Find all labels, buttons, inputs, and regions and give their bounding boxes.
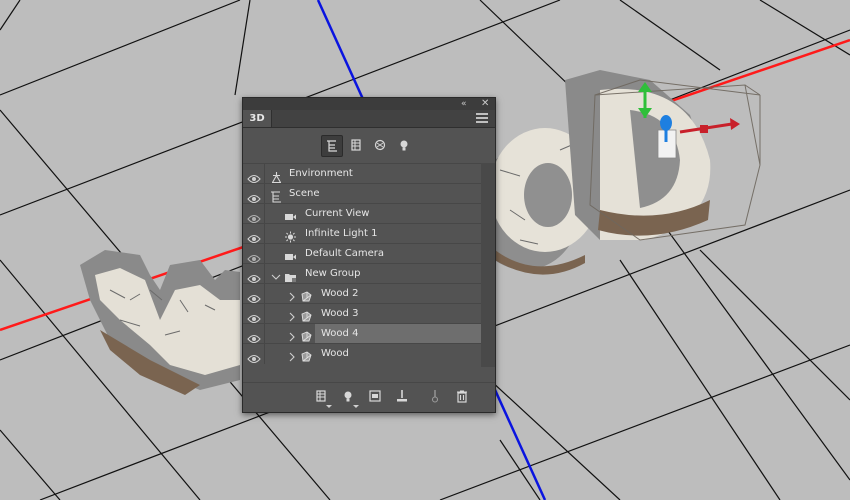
expand-chevron-icon[interactable] <box>271 268 281 280</box>
row-divider <box>264 184 265 204</box>
collapse-panel-icon[interactable]: « <box>461 98 467 110</box>
visibility-eye-icon[interactable] <box>247 189 261 204</box>
panel-menu-icon[interactable] <box>476 113 488 123</box>
row-divider <box>264 204 265 224</box>
row-divider <box>264 344 265 364</box>
panel-tab-bar: 3D <box>243 110 495 128</box>
close-panel-icon[interactable]: ✕ <box>481 98 489 110</box>
new-mesh-icon[interactable] <box>313 388 332 408</box>
mesh-icon <box>300 308 313 322</box>
layer-row[interactable]: Scene <box>243 183 481 204</box>
layer-label: Environment <box>289 168 353 179</box>
filter-toolbar <box>243 128 495 160</box>
collapse-chevron-icon[interactable] <box>287 328 297 342</box>
environment-icon <box>270 168 283 184</box>
layer-row[interactable]: Environment <box>243 163 481 184</box>
camera-icon <box>284 208 297 220</box>
layer-row[interactable]: Wood 4 <box>243 323 481 344</box>
layer-label: Current View <box>305 208 370 219</box>
light-icon <box>284 228 297 243</box>
3d-panel: « ✕ 3D Environment Scene Current View Infin… <box>242 97 496 413</box>
dropdown-triangle-icon[interactable] <box>326 405 332 408</box>
row-divider <box>264 244 265 264</box>
visibility-eye-icon[interactable] <box>247 169 261 184</box>
collapse-chevron-icon[interactable] <box>287 288 297 302</box>
collapse-chevron-icon[interactable] <box>287 348 297 362</box>
layer-row[interactable]: Current View <box>243 203 481 224</box>
visibility-eye-icon[interactable] <box>247 289 261 304</box>
visibility-eye-icon[interactable] <box>247 229 261 244</box>
layer-row[interactable]: Infinite Light 1 <box>243 223 481 244</box>
panel-titlebar[interactable]: « ✕ <box>243 98 495 110</box>
collapse-chevron-icon[interactable] <box>287 308 297 322</box>
layer-row[interactable]: New Group <box>243 263 481 284</box>
mesh-icon <box>300 348 313 362</box>
layer-label: Wood 2 <box>321 288 359 299</box>
mesh-icon <box>300 328 313 342</box>
row-divider <box>264 224 265 244</box>
visibility-eye-icon[interactable] <box>247 329 261 344</box>
panel-bottom-toolbar <box>243 382 495 413</box>
layer-label: Default Camera <box>305 248 384 259</box>
layer-row[interactable]: Wood 2 <box>243 283 481 304</box>
layer-label: Wood 4 <box>321 328 359 339</box>
tab-3d[interactable]: 3D <box>243 110 272 127</box>
dropdown-triangle-icon[interactable] <box>353 405 359 408</box>
visibility-eye-icon[interactable] <box>247 269 261 284</box>
instance-icon[interactable] <box>427 388 443 404</box>
row-divider <box>264 164 265 184</box>
visibility-eye-icon[interactable] <box>247 209 261 224</box>
layer-list-scrollbar[interactable] <box>481 163 495 367</box>
light-filter-icon[interactable] <box>394 135 414 155</box>
layer-list: Environment Scene Current View Infinite Lig… <box>243 163 481 364</box>
layer-label: New Group <box>305 268 361 279</box>
scene-icon <box>270 188 283 203</box>
layer-label: Wood <box>321 348 349 359</box>
material-filter-icon[interactable] <box>370 135 390 155</box>
layer-label: Wood 3 <box>321 308 359 319</box>
drop-to-ground-icon[interactable] <box>394 388 410 404</box>
scene-filter-icon[interactable] <box>321 135 343 157</box>
visibility-eye-icon[interactable] <box>247 349 261 364</box>
layer-label: Scene <box>289 188 320 199</box>
row-divider <box>264 264 265 284</box>
layer-label: Infinite Light 1 <box>305 228 378 239</box>
delete-icon[interactable] <box>454 388 470 404</box>
layer-row[interactable]: Default Camera <box>243 243 481 264</box>
add-constraint-icon[interactable] <box>367 388 383 404</box>
visibility-eye-icon[interactable] <box>247 249 261 264</box>
row-divider <box>264 304 265 324</box>
layer-row[interactable]: Wood 3 <box>243 303 481 324</box>
new-light-icon[interactable] <box>340 388 359 408</box>
row-divider <box>264 324 265 344</box>
mesh-filter-icon[interactable] <box>346 135 366 155</box>
layer-row[interactable]: Wood <box>243 343 481 364</box>
mesh-icon <box>300 288 313 302</box>
visibility-eye-icon[interactable] <box>247 309 261 324</box>
group-folder-icon <box>284 268 297 282</box>
camera-icon <box>284 248 297 260</box>
row-divider <box>264 284 265 304</box>
